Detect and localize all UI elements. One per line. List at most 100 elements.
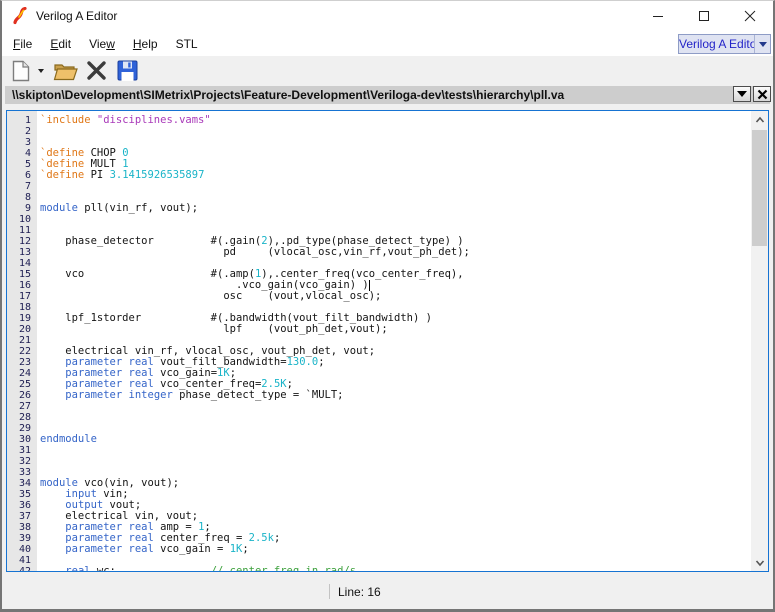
line-number: 5 [24,159,31,170]
scrollbar-thumb[interactable] [752,130,767,246]
save-file-button[interactable] [113,58,141,84]
chevron-down-icon[interactable] [754,35,770,53]
open-folder-icon [53,63,78,80]
line-text: parameter integer phase_detect_type = `M… [65,389,344,401]
code-line-17[interactable]: 17 osc (vout,vlocal_osc); [7,291,751,303]
path-row: \\skipton\Development\SIMetrix\Projects\… [2,85,773,105]
line-number: 32 [18,456,31,467]
code-line-29[interactable]: 29 [7,423,751,434]
line-number: 20 [18,324,31,335]
file-list-dropdown-button[interactable] [733,86,751,102]
code-line-40[interactable]: 40 parameter real vco_gain = 1K; [7,543,751,556]
code-line-26[interactable]: 26 parameter integer phase_detect_type =… [7,389,751,402]
new-file-dropdown[interactable] [36,58,46,84]
line-number: 22 [18,346,31,357]
line-text: parameter real vco_gain = 1K; [65,543,249,555]
close-button[interactable] [727,1,773,31]
save-icon [117,60,137,81]
line-text: `include "disciplines.vams" [40,114,211,126]
menu-file[interactable]: File [4,33,41,55]
line-text: `define PI 3.1415926535897 [40,169,205,181]
close-document-button[interactable] [753,86,771,102]
title-bar[interactable]: Verilog A Editor [2,1,773,31]
editor-mode-value: Verilog A Editor [679,37,754,51]
line-number: 12 [18,236,31,247]
line-number: 21 [18,335,31,346]
line-number: 13 [18,247,31,258]
line-text: lpf (vout_ph_det,vout); [40,323,388,335]
minimize-button[interactable] [635,1,681,31]
minimize-icon [653,16,663,17]
line-number: 38 [18,522,31,533]
line-number: 36 [18,500,31,511]
code-line-6[interactable]: 6 `define PI 3.1415926535897 [7,169,751,182]
line-number: 18 [18,302,31,313]
maximize-button[interactable] [681,1,727,31]
line-number: 10 [18,214,31,225]
window-title: Verilog A Editor [36,9,118,23]
line-number: 39 [18,533,31,544]
line-number: 25 [18,379,31,390]
line-number: 2 [24,126,31,137]
line-number: 17 [18,291,31,302]
line-number: 30 [18,434,31,445]
line-number: 14 [18,258,31,269]
new-file-button[interactable] [9,58,33,84]
line-number: 23 [18,357,31,368]
line-text: module pll(vin_rf, vout); [40,202,199,214]
scroll-down-button[interactable] [751,554,768,571]
code-line-1[interactable]: 1 `include "disciplines.vams" [7,114,751,127]
dropdown-arrow-icon [38,68,44,73]
code-line-30[interactable]: 30 endmodule [7,433,751,446]
code-line-32[interactable]: 32 [7,456,751,467]
file-path-bar: \\skipton\Development\SIMetrix\Projects\… [5,86,770,104]
menu-edit[interactable]: Edit [41,33,80,55]
scroll-up-button[interactable] [751,111,768,128]
code-line-20[interactable]: 20 lpf (vout_ph_det,vout); [7,323,751,336]
file-path: \\skipton\Development\SIMetrix\Projects\… [12,88,565,102]
editor-mode-selector[interactable]: Verilog A Editor [678,34,771,54]
close-file-icon [86,61,106,80]
window-controls [635,1,773,31]
line-number: 29 [18,423,31,434]
menu-stl[interactable]: STL [167,33,207,55]
code-line-27[interactable]: 27 [7,401,751,412]
line-number: 35 [18,489,31,500]
code-line-13[interactable]: 13 pd (vlocal_osc,vin_rf,vout_ph_det); [7,247,751,259]
line-number: 9 [24,203,31,214]
menu-help[interactable]: Help [124,33,167,55]
line-number: 6 [24,170,31,181]
toolbar [2,56,773,85]
chevron-up-icon [755,116,764,123]
line-number: 31 [18,445,31,456]
code-line-31[interactable]: 31 [7,445,751,456]
open-file-button[interactable] [51,58,79,84]
maximize-icon [699,11,709,21]
menu-view[interactable]: View [80,33,124,55]
code-line-7[interactable]: 7 [7,181,751,192]
line-number: 19 [18,313,31,324]
code-line-2[interactable]: 2 [7,126,751,137]
line-indicator: Line: 16 [338,585,381,599]
code-line-9[interactable]: 9 module pll(vin_rf, vout); [7,202,751,215]
line-text: real wc; // center freq in rad/s [65,565,357,572]
line-number: 40 [18,544,31,555]
line-number: 27 [18,401,31,412]
app-window: Verilog A Editor File Edit View Help STL Ver… [0,0,775,612]
code-lines: 1 `include "disciplines.vams" 2 3 4 `define C… [7,115,751,572]
status-bar: Line: 16 [2,572,773,609]
line-number: 41 [18,555,31,566]
vertical-scrollbar[interactable] [751,111,768,571]
close-file-button[interactable] [82,58,110,84]
line-number: 28 [18,412,31,423]
code-line-10[interactable]: 10 [7,214,751,225]
dropdown-arrow-icon [737,91,747,97]
line-number: 15 [18,269,31,280]
line-text: endmodule [40,433,97,445]
close-icon [757,89,767,99]
menu-bar: File Edit View Help STL Verilog A Editor [2,31,773,56]
line-number: 4 [24,148,31,159]
code-editor[interactable]: 1 `include "disciplines.vams" 2 3 4 `define C… [6,110,769,572]
chevron-down-icon [755,559,764,566]
code-line-28[interactable]: 28 [7,412,751,423]
